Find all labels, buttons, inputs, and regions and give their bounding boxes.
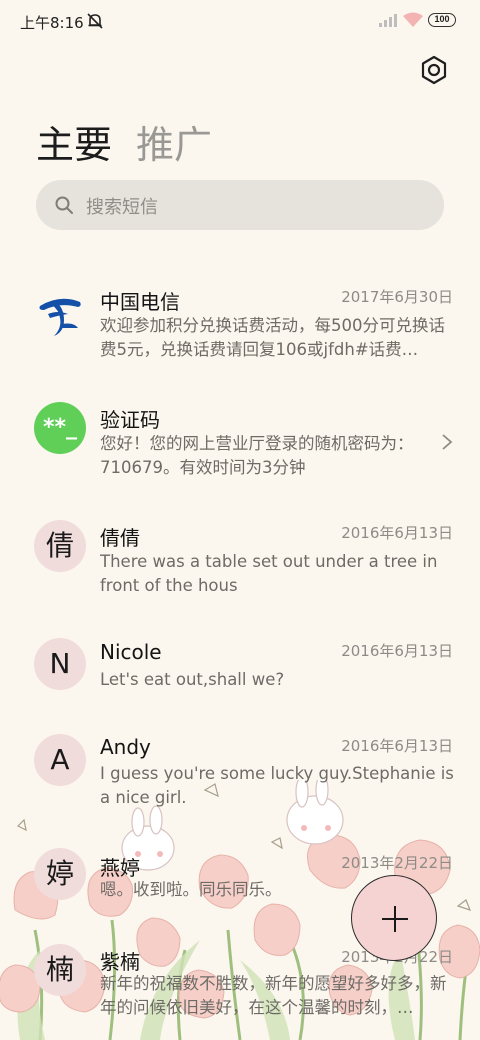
tab-main[interactable]: 主要 <box>36 114 112 169</box>
conversation-row[interactable]: **_ 验证码 您好！您的网上营业厅登录的随机密码为：710679。有效时间为3… <box>0 398 480 508</box>
status-bar: 上午8:16 100 <box>0 0 480 42</box>
new-message-button[interactable] <box>351 875 437 961</box>
contact-name: Nicole <box>100 640 162 664</box>
settings-gear-icon[interactable] <box>418 54 450 86</box>
search-icon <box>55 196 73 214</box>
wifi-icon <box>403 12 423 27</box>
china-telecom-logo-icon <box>39 298 81 336</box>
message-preview: There was a table set out under a tree i… <box>100 552 438 595</box>
message-preview: 您好！您的网上营业厅登录的随机密码为：710679。有效时间为3分钟 <box>100 434 414 477</box>
message-date: 2017年6月30日 <box>341 288 453 306</box>
avatar: A <box>34 734 86 786</box>
message-preview: Let's eat out,shall we? <box>100 670 285 689</box>
conversation-row[interactable]: A Andy 2016年6月13日 I guess you're some lu… <box>0 730 480 840</box>
battery-indicator: 100 <box>428 13 456 27</box>
chevron-right-icon <box>442 434 453 450</box>
message-date: 2016年6月13日 <box>341 524 453 542</box>
conversation-row[interactable]: 中国电信 2017年6月30日 欢迎参加积分兑换话费活动，每500分可兑换话费5… <box>0 280 480 390</box>
message-date: 2016年6月13日 <box>341 642 453 660</box>
message-preview: 欢迎参加积分兑换话费活动，每500分可兑换话费5元，兑换话费请回复106或jfd… <box>100 316 445 359</box>
avatar: 楠 <box>34 944 86 996</box>
search-placeholder: 搜索短信 <box>86 197 158 218</box>
conversation-row[interactable]: 倩 倩倩 2016年6月13日 There was a table set ou… <box>0 516 480 626</box>
contact-name: 燕婷 <box>100 856 140 880</box>
signal-icon <box>379 14 397 27</box>
message-preview: I guess you're some lucky guy.Stephanie … <box>100 764 454 807</box>
avatar: 婷 <box>34 848 86 900</box>
avatar: 倩 <box>34 520 86 572</box>
mute-bell-icon <box>87 13 103 29</box>
conversation-row[interactable]: N Nicole 2016年6月13日 Let's eat out,shall … <box>0 634 480 744</box>
contact-name: 中国电信 <box>100 290 180 314</box>
avatar: **_ <box>34 402 86 454</box>
contact-name: Andy <box>100 735 151 759</box>
contact-name: 紫楠 <box>100 950 140 974</box>
contact-name: 验证码 <box>100 408 160 432</box>
search-input[interactable]: 搜索短信 <box>36 180 444 230</box>
message-date: 2013年2月22日 <box>341 854 453 872</box>
contact-name: 倩倩 <box>100 526 140 550</box>
tab-promotions[interactable]: 推广 <box>136 114 212 169</box>
message-preview: 新年的祝福数不胜数，新年的愿望好多好多，新年的问候依旧美好，在这个温馨的时刻，… <box>100 974 447 1017</box>
status-time: 上午8:16 <box>20 14 84 32</box>
avatar: N <box>34 638 86 690</box>
message-date: 2016年6月13日 <box>341 737 453 755</box>
plus-icon-stem <box>394 906 396 932</box>
